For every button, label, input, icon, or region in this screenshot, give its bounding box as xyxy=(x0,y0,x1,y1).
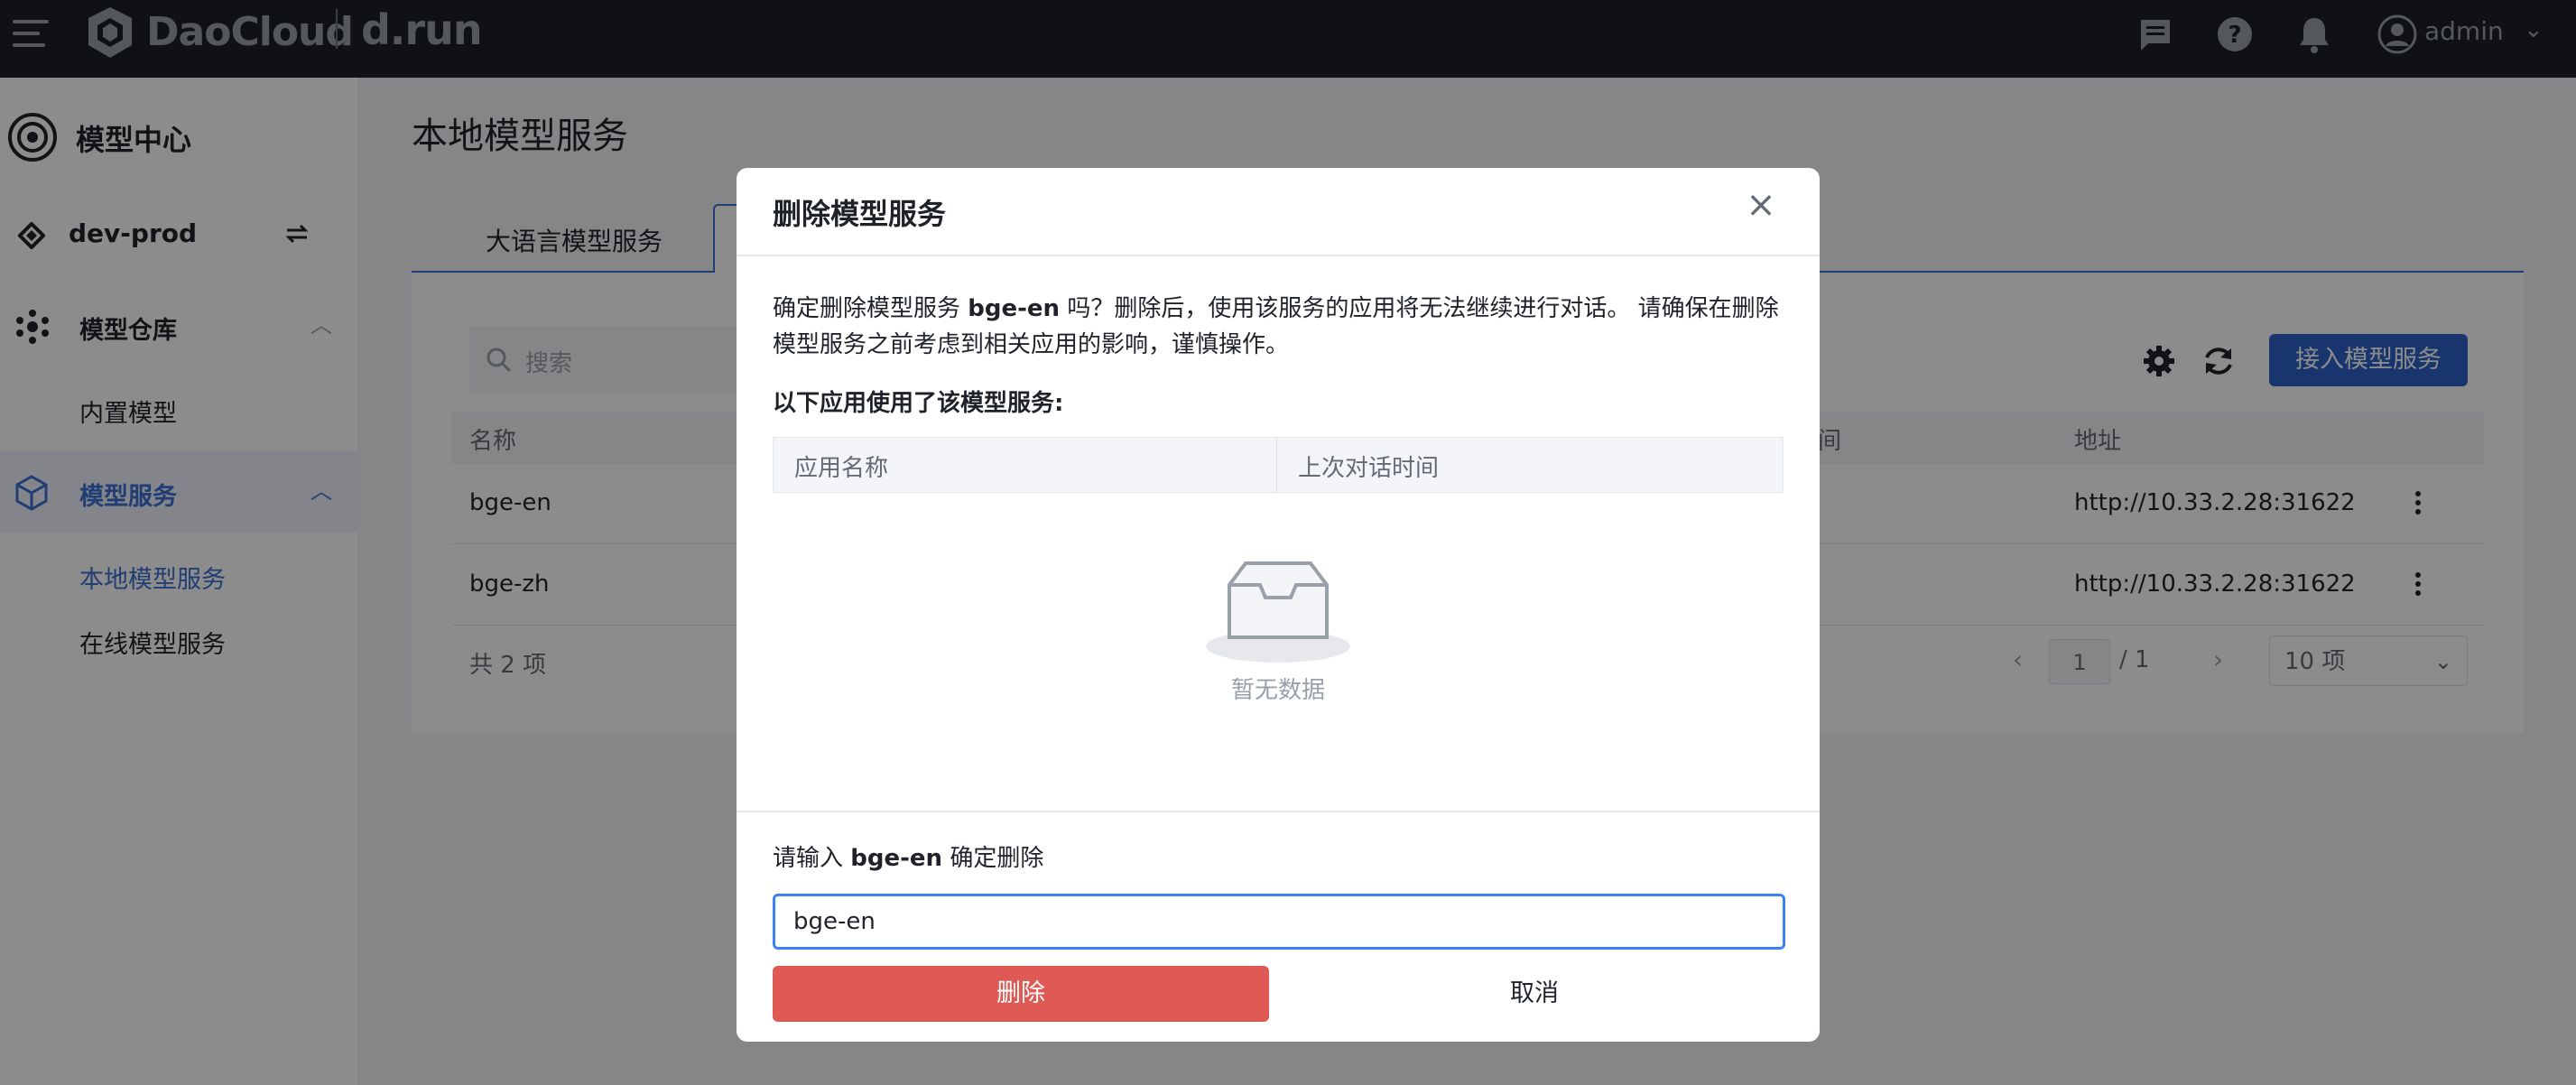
confirm-name-input[interactable] xyxy=(773,894,1785,950)
apps-table-column-divider xyxy=(1276,437,1277,493)
dialog-body-divider xyxy=(737,811,1820,812)
dialog-message: 确定删除模型服务 bge-en 吗？删除后，使用该服务的应用将无法继续进行对话。… xyxy=(773,295,1779,358)
delete-button[interactable]: 删除 xyxy=(773,966,1269,1022)
column-last-chat-time: 上次对话时间 xyxy=(1298,455,1440,482)
apps-heading: 以下应用使用了该模型服务: xyxy=(773,390,1064,417)
column-app-name: 应用名称 xyxy=(794,455,889,482)
close-icon[interactable]: × xyxy=(1744,187,1778,223)
dialog-title: 删除模型服务 xyxy=(773,197,947,231)
dialog-header-divider xyxy=(737,255,1820,256)
empty-inbox-icon xyxy=(1206,561,1350,663)
confirm-service-name: bge-en xyxy=(850,845,943,872)
delete-dialog: 删除模型服务 × 确定删除模型服务 bge-en 吗？删除后，使用该服务的应用将… xyxy=(737,168,1820,1042)
cancel-button[interactable]: 取消 xyxy=(1285,966,1784,1022)
confirm-label: 请输入 bge-en 确定删除 xyxy=(773,845,1044,872)
apps-table-header xyxy=(773,437,1784,493)
empty-text: 暂无数据 xyxy=(1230,677,1325,704)
service-name: bge-en xyxy=(968,295,1061,322)
